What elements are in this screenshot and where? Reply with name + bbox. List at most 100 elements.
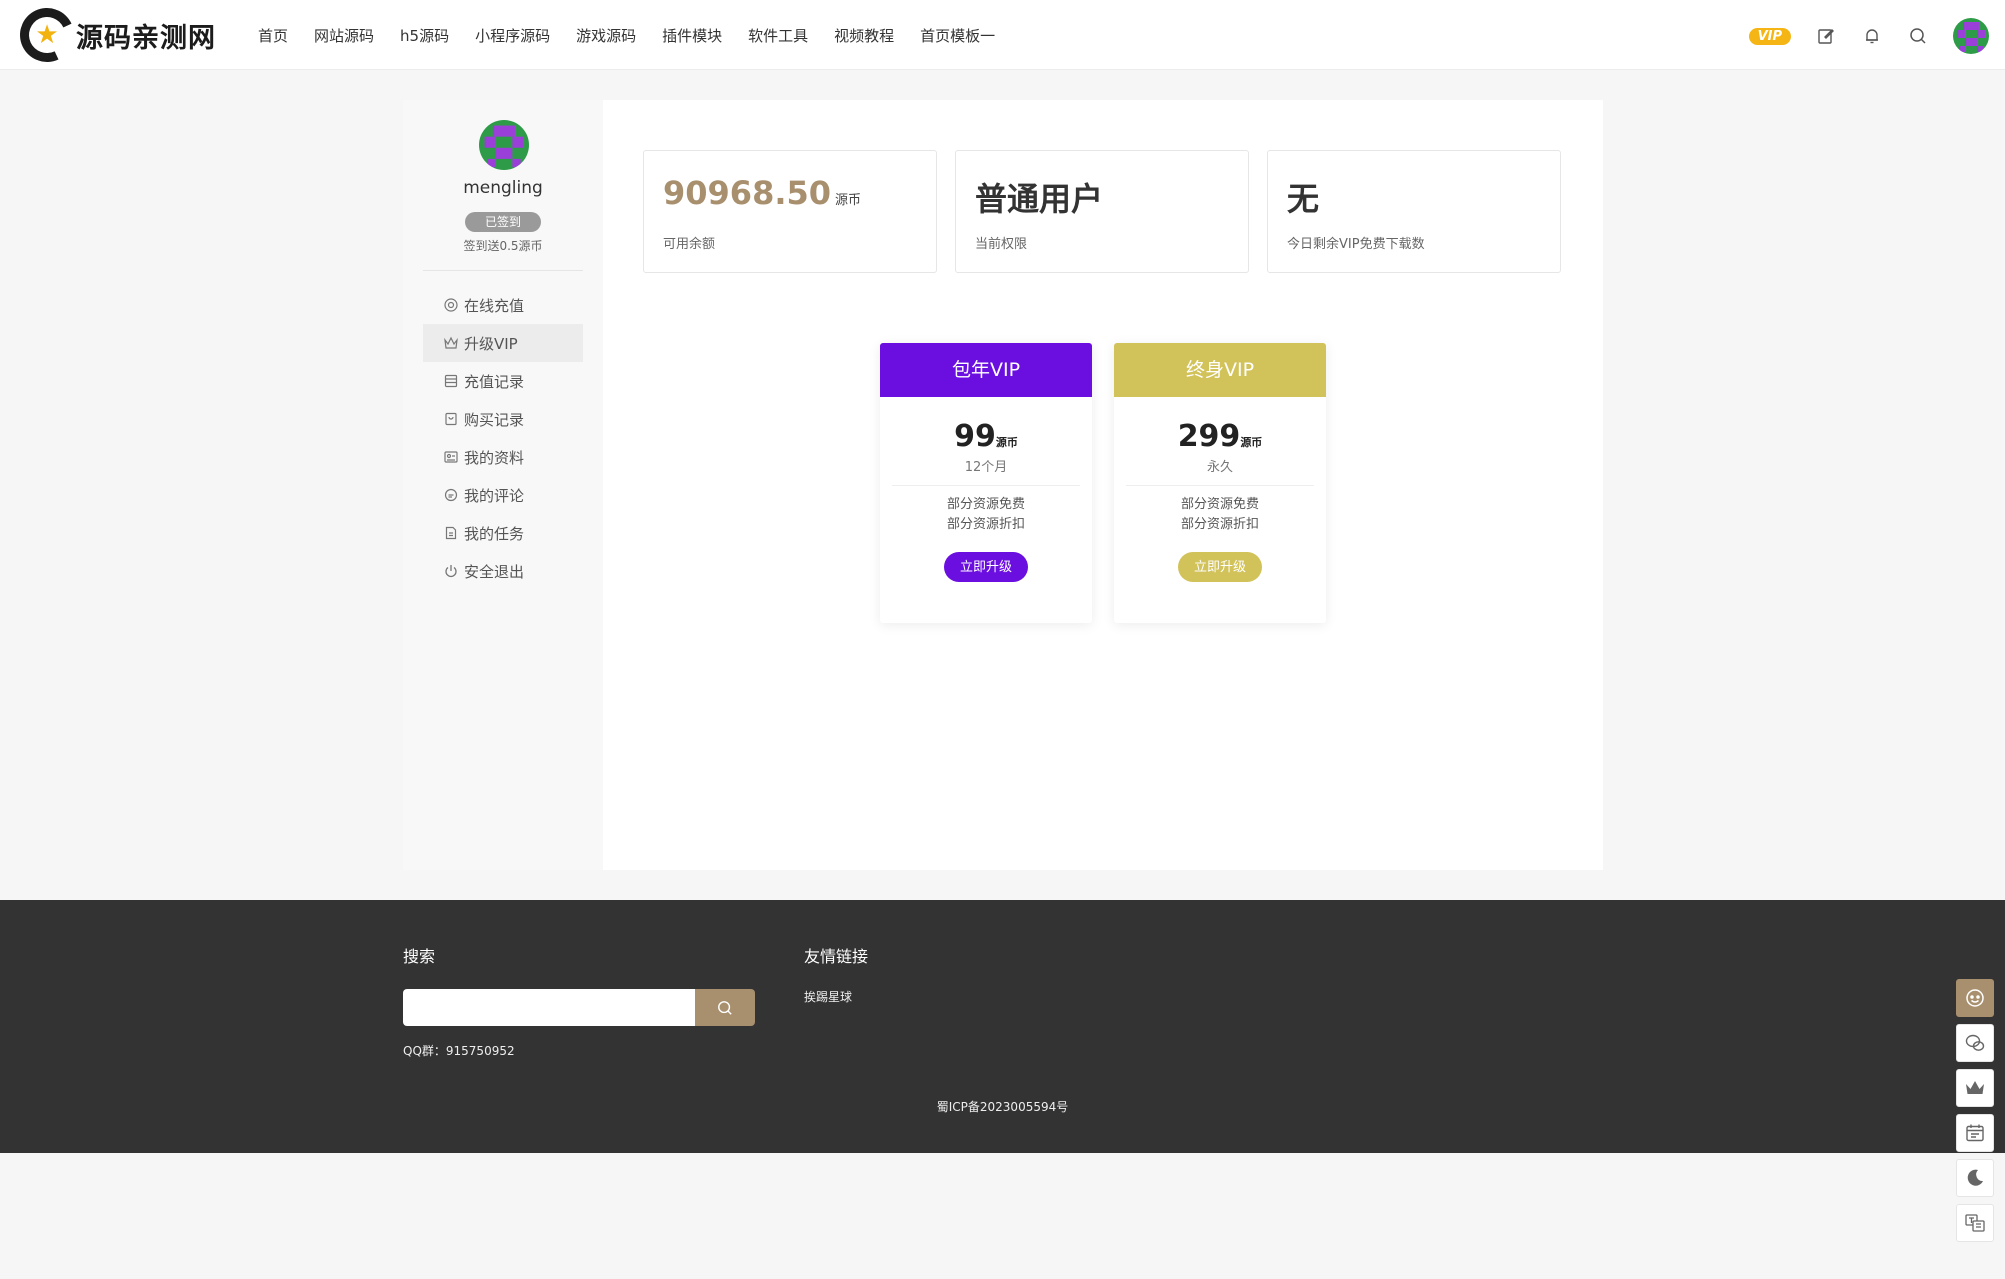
stat-value: 普通用户 — [975, 180, 1104, 218]
dark-mode-button[interactable] — [1956, 1159, 1994, 1197]
coin-icon — [443, 297, 459, 313]
stat-label: 今日剩余VIP免费下载数 — [1287, 237, 1425, 252]
sidebar-avatar[interactable] — [479, 120, 529, 170]
friend-link[interactable]: 挨踢星球 — [804, 988, 852, 1005]
icp-record[interactable]: 蜀ICP备2023005594号 — [0, 1098, 2005, 1115]
calendar-icon — [1966, 1124, 1984, 1142]
sidebar-item-label: 我的任务 — [464, 524, 525, 543]
sidebar-item-my-comments[interactable]: 我的评论 — [423, 476, 583, 514]
sidebar-item-label: 在线充值 — [464, 296, 525, 315]
footer-search-button[interactable] — [695, 989, 755, 1026]
plan-divider — [1126, 485, 1314, 486]
sidebar-item-label: 安全退出 — [464, 562, 525, 581]
search-icon[interactable] — [1907, 25, 1929, 47]
plan-features: 部分资源免费 部分资源折扣 — [1114, 495, 1326, 535]
site-footer: 搜索 QQ群：915750952 友情链接 挨踢星球 蜀ICP备20230055… — [0, 900, 2005, 1153]
logo-text: 源码亲测网 — [76, 22, 216, 54]
record-icon — [443, 373, 459, 389]
vip-float-button[interactable] — [1956, 1069, 1994, 1107]
sign-in-calendar-button[interactable] — [1956, 1114, 1994, 1152]
sidebar-divider — [423, 270, 583, 271]
nav-item-home[interactable]: 首页 — [258, 25, 288, 46]
plan-title: 终身VIP — [1114, 343, 1326, 397]
sidebar-item-my-profile[interactable]: 我的资料 — [423, 438, 583, 476]
customer-service-button[interactable] — [1956, 979, 1994, 1017]
header-actions: VIP — [1748, 16, 1989, 56]
main-nav: 首页 网站源码 h5源码 小程序源码 游戏源码 插件模块 软件工具 视频教程 首… — [258, 0, 1021, 70]
crown-icon — [1966, 1081, 1984, 1094]
stat-balance: 90968.50 源币 可用余额 — [643, 150, 937, 273]
plan-feature: 部分资源免费 — [1180, 497, 1259, 512]
nav-item-h5-source[interactable]: h5源码 — [400, 25, 449, 46]
signed-in-badge[interactable]: 已签到 — [465, 212, 541, 232]
plan-period: 永久 — [1206, 460, 1233, 475]
site-logo[interactable]: ★ 源码亲测网 — [12, 0, 216, 70]
sidebar-item-recharge[interactable]: 在线充值 — [423, 286, 583, 324]
translate-button[interactable] — [1956, 1204, 1994, 1242]
power-icon — [443, 563, 459, 579]
nav-item-plugins[interactable]: 插件模块 — [662, 25, 722, 46]
nav-item-home-template[interactable]: 首页模板一 — [920, 25, 995, 46]
stat-label: 可用余额 — [663, 237, 716, 252]
nav-item-website-source[interactable]: 网站源码 — [314, 25, 374, 46]
sidebar-item-purchase-records[interactable]: 购买记录 — [423, 400, 583, 438]
footer-search-title: 搜索 — [403, 947, 436, 966]
plan-period: 12个月 — [964, 460, 1008, 475]
sidebar-username: mengling — [463, 178, 543, 198]
plan-feature: 部分资源折扣 — [946, 517, 1025, 532]
task-icon — [443, 525, 459, 541]
sidebar-item-label: 升级VIP — [464, 334, 518, 353]
plan-feature: 部分资源折扣 — [1180, 517, 1259, 532]
plan-title: 包年VIP — [880, 343, 1092, 397]
moon-icon — [1967, 1169, 1983, 1186]
sidebar-item-label: 我的评论 — [464, 486, 525, 505]
plan-card-annual: 包年VIP 99源币 12个月 部分资源免费 部分资源折扣 立即升级 — [880, 343, 1092, 623]
plan-price: 99源币 — [954, 419, 1018, 454]
stat-free-downloads: 无 今日剩余VIP免费下载数 — [1267, 150, 1561, 273]
wechat-icon — [1965, 1034, 1985, 1051]
nav-item-video-tutorials[interactable]: 视频教程 — [834, 25, 894, 46]
plan-card-lifetime: 终身VIP 299源币 永久 部分资源免费 部分资源折扣 立即升级 — [1114, 343, 1326, 623]
user-avatar[interactable] — [1953, 18, 1989, 54]
sidebar-item-label: 充值记录 — [464, 372, 525, 391]
sidebar-item-upgrade-vip[interactable]: 升级VIP — [423, 324, 583, 362]
top-header: ★ 源码亲测网 首页 网站源码 h5源码 小程序源码 游戏源码 插件模块 软件工… — [0, 0, 2005, 70]
sign-in-reward-note: 签到送0.5源币 — [463, 239, 543, 253]
sidebar-item-label: 我的资料 — [464, 448, 525, 467]
plan-price: 299源币 — [1177, 419, 1263, 454]
search-icon — [718, 1000, 732, 1015]
plan-feature: 部分资源免费 — [946, 497, 1025, 512]
nav-item-software-tools[interactable]: 软件工具 — [748, 25, 808, 46]
sidebar-item-recharge-records[interactable]: 充值记录 — [423, 362, 583, 400]
sidebar-item-my-tasks[interactable]: 我的任务 — [423, 514, 583, 552]
upgrade-lifetime-button[interactable]: 立即升级 — [1178, 552, 1262, 582]
footer-search-input[interactable] — [403, 989, 695, 1026]
user-sidebar: mengling 已签到 签到送0.5源币 在线充值 升级VIP 充值记录 购买… — [403, 100, 603, 870]
sidebar-menu: 在线充值 升级VIP 充值记录 购买记录 我的资料 我的评论 我的任务 安全退出 — [423, 286, 583, 590]
nav-item-game-source[interactable]: 游戏源码 — [576, 25, 636, 46]
stat-value: 90968.50 源币 — [663, 174, 862, 212]
user-center-card: mengling 已签到 签到送0.5源币 在线充值 升级VIP 充值记录 购买… — [403, 100, 1603, 870]
customer-service-icon — [1966, 989, 1984, 1007]
edit-icon[interactable] — [1815, 25, 1837, 47]
sidebar-item-label: 购买记录 — [464, 410, 525, 429]
translate-icon — [1965, 1214, 1985, 1232]
nav-item-miniprogram-source[interactable]: 小程序源码 — [475, 25, 550, 46]
plan-divider — [892, 485, 1080, 486]
bag-icon — [443, 411, 459, 427]
stat-value: 无 — [1287, 180, 1320, 218]
qq-group: QQ群：915750952 — [403, 1044, 515, 1058]
logo-mark: ★ — [12, 0, 82, 70]
wechat-button[interactable] — [1956, 1024, 1994, 1062]
sidebar-item-logout[interactable]: 安全退出 — [423, 552, 583, 590]
friend-links-title: 友情链接 — [804, 947, 869, 966]
plan-features: 部分资源免费 部分资源折扣 — [880, 495, 1092, 535]
stat-permission: 普通用户 当前权限 — [955, 150, 1249, 273]
stat-label: 当前权限 — [975, 237, 1028, 252]
bell-icon[interactable] — [1861, 25, 1883, 47]
crown-icon — [443, 335, 459, 351]
comment-icon — [443, 487, 459, 503]
profile-card-icon — [443, 449, 459, 465]
vip-badge[interactable]: VIP — [1748, 27, 1791, 45]
upgrade-annual-button[interactable]: 立即升级 — [944, 552, 1028, 582]
